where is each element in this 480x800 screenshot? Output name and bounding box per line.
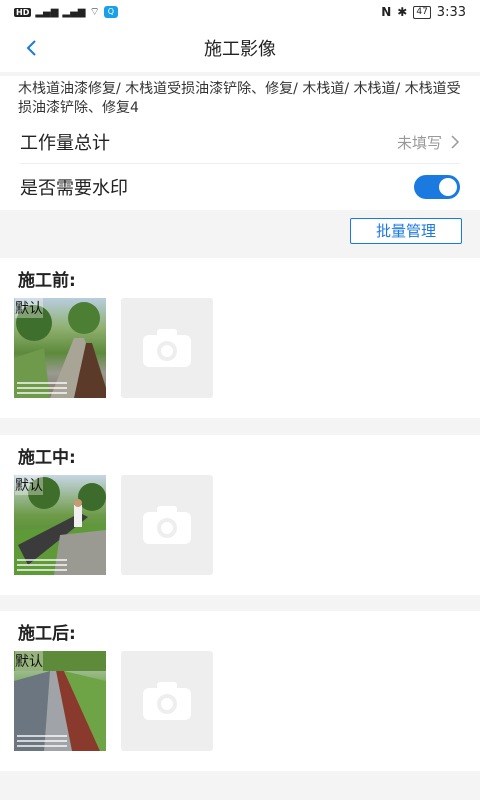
task-description: 木栈道油漆修复/ 木栈道受损油漆铲除、修复/ 木栈道/ 木栈道/ 木栈道受损油漆… xyxy=(0,76,480,120)
section-before: 施工前: 默认 xyxy=(0,258,480,418)
photo-thumbnail[interactable]: 默认 xyxy=(14,298,106,398)
chevron-left-icon xyxy=(26,40,36,56)
watermark-label: 是否需要水印 xyxy=(20,178,128,199)
nfc-icon: N xyxy=(381,5,392,19)
section-during: 施工中: 默认 xyxy=(0,435,480,595)
camera-icon xyxy=(143,506,191,544)
batch-manage-button[interactable]: 批量管理 xyxy=(350,218,462,244)
hd-indicator: HD xyxy=(14,7,32,17)
workload-label: 工作量总计 xyxy=(20,133,110,154)
photo-tag: 默认 xyxy=(15,651,43,671)
photo-tag: 默认 xyxy=(15,298,43,318)
watermark-text-lines xyxy=(17,732,67,747)
page-title: 施工影像 xyxy=(204,39,276,60)
watermark-toggle[interactable] xyxy=(414,175,460,199)
battery-icon: 47 xyxy=(413,5,431,19)
camera-icon xyxy=(143,329,191,367)
watermark-row: 是否需要水印 xyxy=(0,164,480,210)
photo-tag: 默认 xyxy=(15,475,43,495)
signal-icon: ▂▄▆ xyxy=(62,6,86,18)
add-photo-button[interactable] xyxy=(121,475,213,575)
watermark-right xyxy=(414,175,460,199)
add-photo-button[interactable] xyxy=(121,298,213,398)
status-bar: HD ▂▄▆ ▂▄▆ ⌔ Q N ✱ 47 3:33 xyxy=(0,0,480,24)
watermark-text-lines xyxy=(17,556,67,571)
photo-thumbnail[interactable]: 默认 xyxy=(14,475,106,575)
add-photo-button[interactable] xyxy=(121,651,213,751)
clock: 3:33 xyxy=(436,4,466,20)
chevron-right-icon xyxy=(451,135,460,149)
toggle-knob xyxy=(439,178,457,196)
section-title: 施工后: xyxy=(18,624,76,644)
app-notification-icon: Q xyxy=(103,6,118,18)
photo-thumbnail[interactable]: 默认 xyxy=(14,651,106,751)
batch-area: 批量管理 xyxy=(0,212,480,256)
back-button[interactable] xyxy=(18,34,46,62)
bluetooth-icon: ✱ xyxy=(397,5,408,19)
workload-right: 未填写 xyxy=(397,132,460,153)
camera-icon xyxy=(143,682,191,720)
status-left: HD ▂▄▆ ▂▄▆ ⌔ Q xyxy=(14,5,118,19)
section-after: 施工后: 默认 xyxy=(0,611,480,771)
status-right: N ✱ 47 3:33 xyxy=(381,5,466,20)
wifi-icon: ⌔ xyxy=(89,5,100,18)
workload-value: 未填写 xyxy=(396,133,442,152)
workload-row[interactable]: 工作量总计 未填写 xyxy=(0,120,480,164)
nav-bar: 施工影像 xyxy=(0,24,480,72)
signal-icon: ▂▄▆ xyxy=(35,6,59,18)
section-title: 施工前: xyxy=(18,271,76,291)
watermark-text-lines xyxy=(17,379,67,394)
section-title: 施工中: xyxy=(18,448,76,468)
